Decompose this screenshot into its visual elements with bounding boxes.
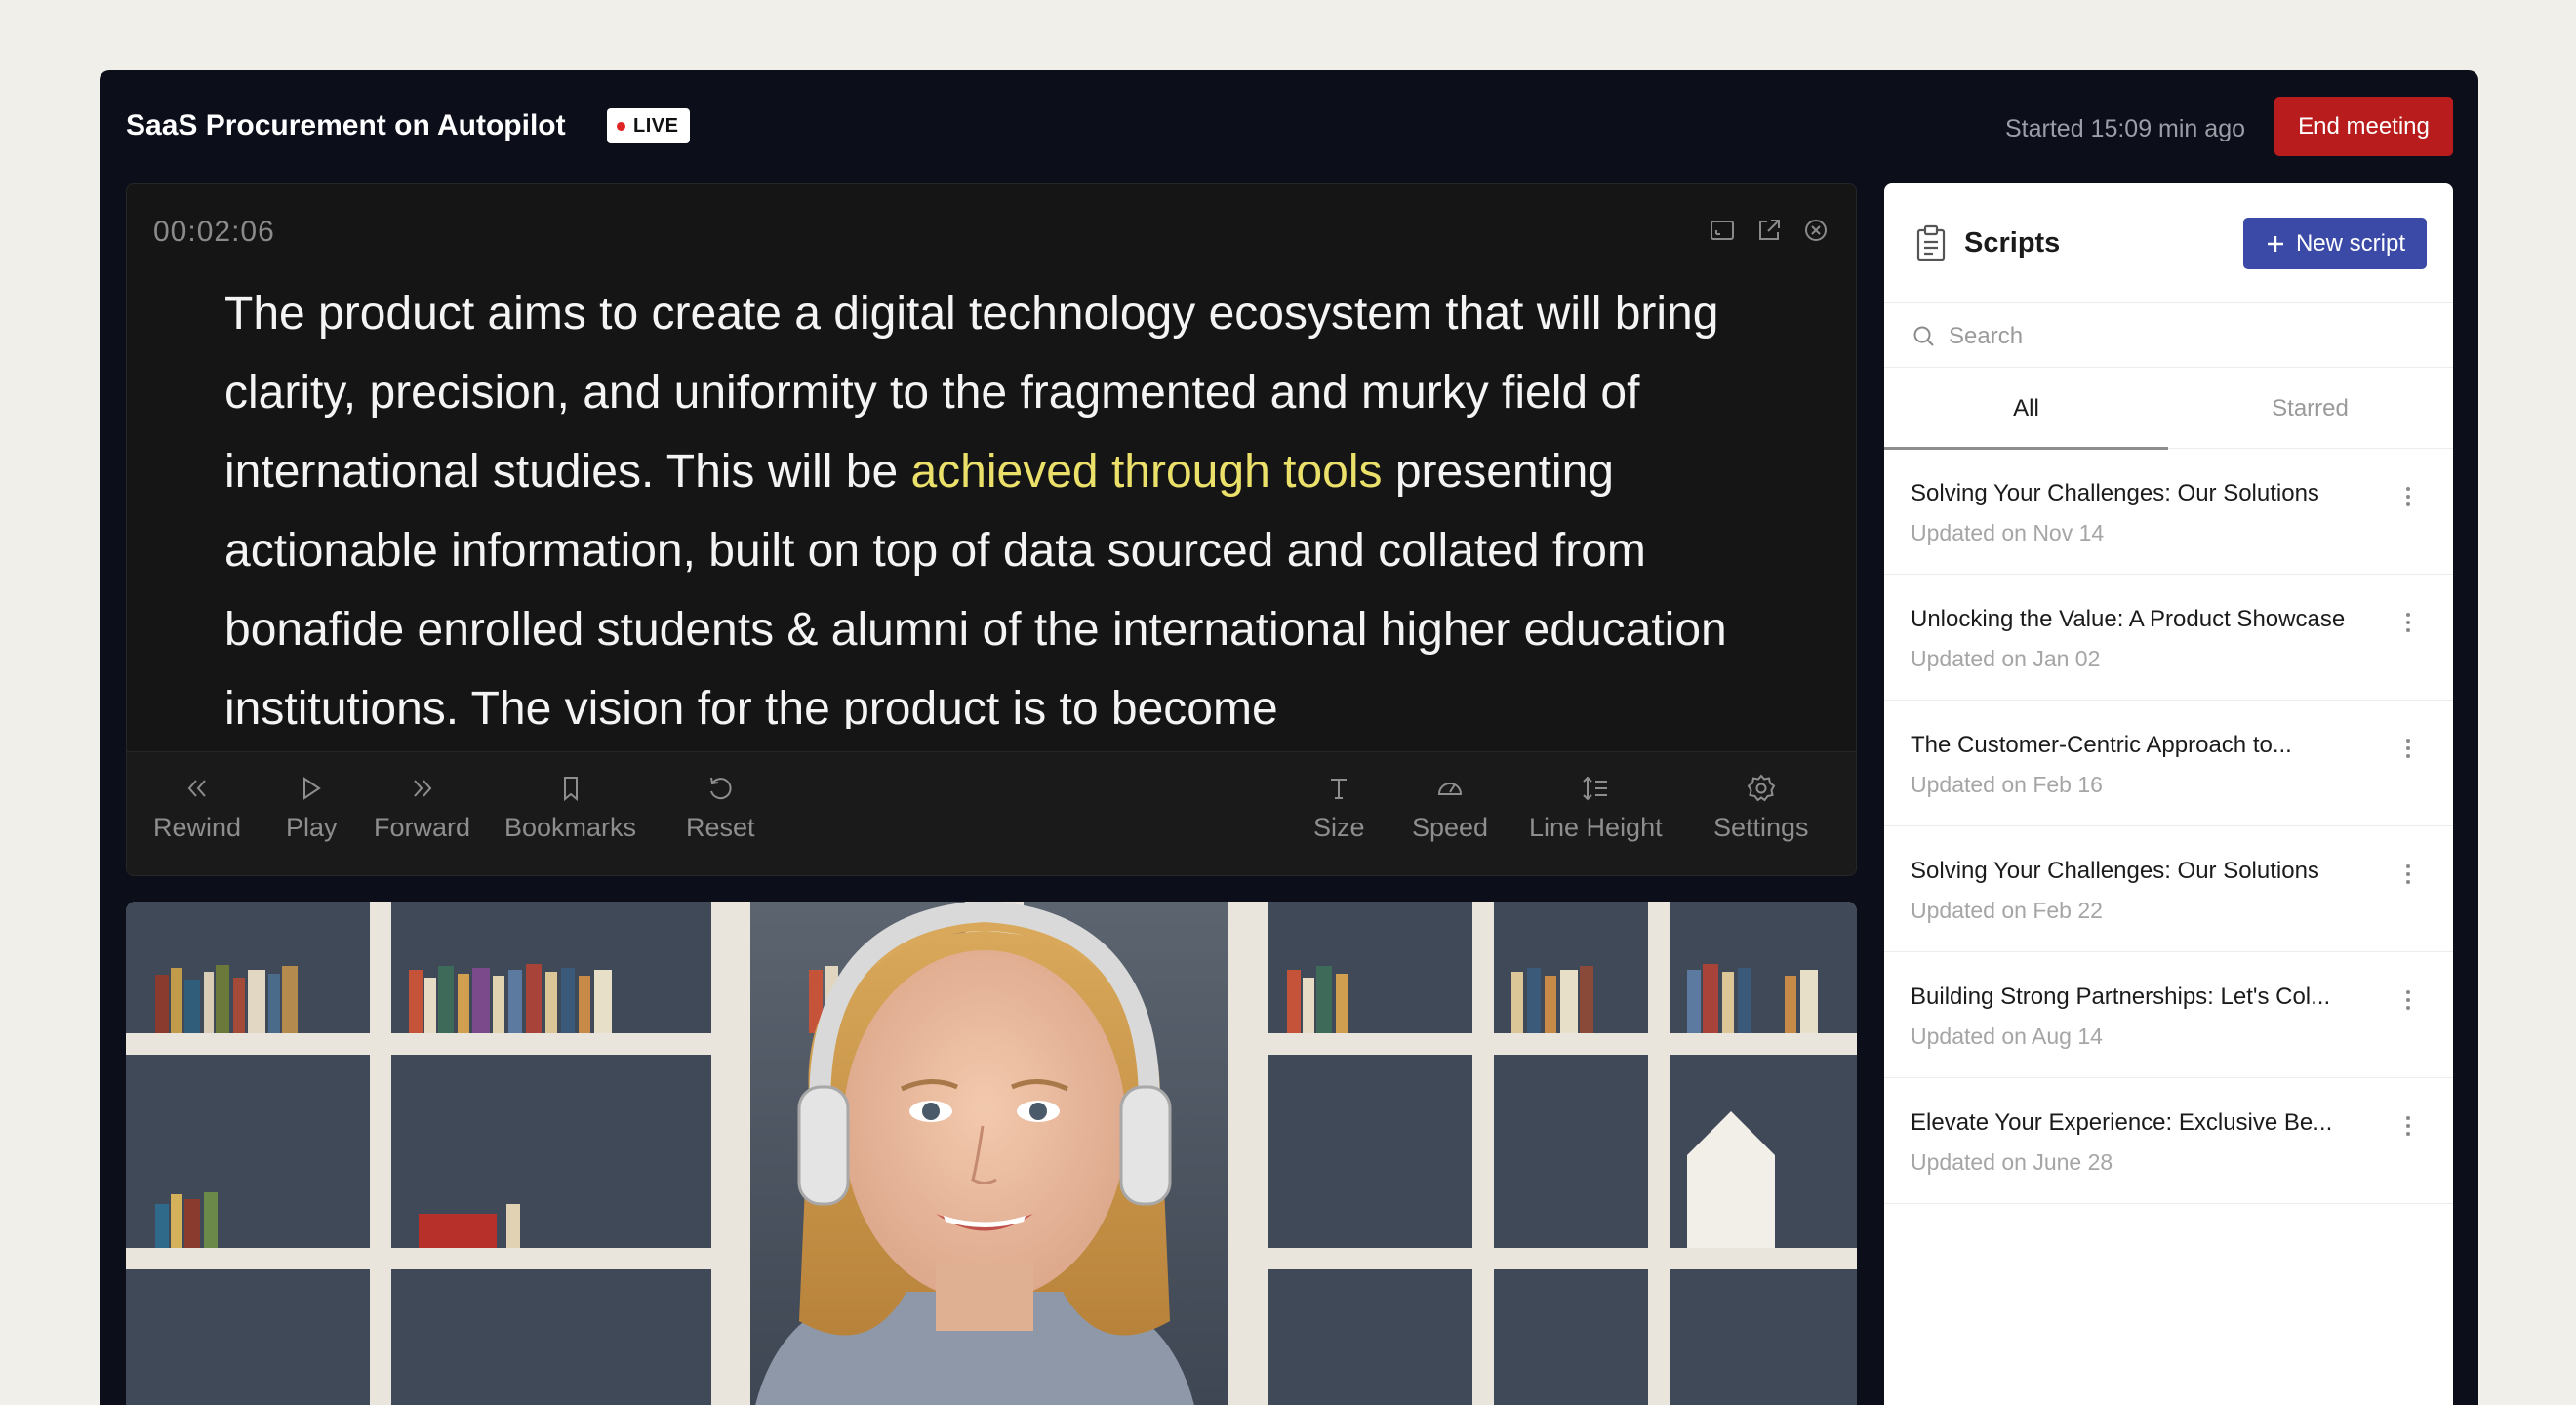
line-height-button[interactable]: Line Height (1529, 772, 1663, 843)
scripts-panel-title: Scripts (1964, 227, 2061, 259)
speed-button[interactable]: Speed (1412, 772, 1488, 843)
play-label: Play (286, 813, 338, 842)
line-height-label: Line Height (1529, 813, 1663, 842)
forward-icon (413, 780, 431, 797)
speed-label: Speed (1412, 813, 1489, 842)
reset-button[interactable]: Reset (686, 772, 755, 843)
script-date: Updated on June 28 (1911, 1149, 2113, 1175)
prompter-controls: Rewind Play Forward Bookmarks Reset Size (127, 751, 1856, 875)
scripts-panel: Scripts New script All Starred Solving Y… (1884, 183, 2453, 1405)
live-badge: LIVE (607, 108, 691, 143)
script-title: Building Strong Partnerships: Let's Col.… (1911, 984, 2331, 1010)
live-label: LIVE (633, 114, 679, 137)
video-feed (126, 902, 1857, 1405)
speedometer-icon (1438, 783, 1463, 795)
forward-button[interactable]: Forward (374, 772, 470, 843)
teleprompter-panel: 00:02:06 The product aims to create a di… (126, 183, 1857, 876)
participant-video-image (126, 902, 1857, 1405)
started-time: Started 15:09 min ago (2005, 115, 2245, 142)
line-height-icon (1583, 776, 1608, 801)
script-date: Updated on Nov 14 (1911, 520, 2105, 545)
script-title: Elevate Your Experience: Exclusive Be... (1911, 1109, 2333, 1136)
list-item[interactable]: Solving Your Challenges: Our Solutions U… (1884, 826, 2453, 952)
meeting-window: SaaS Procurement on Autopilot LIVE Start… (100, 70, 2478, 1405)
more-options-icon[interactable] (2398, 734, 2418, 763)
more-options-icon[interactable] (2398, 482, 2418, 511)
rewind-icon (187, 780, 206, 797)
popout-icon[interactable] (1754, 216, 1784, 245)
script-text-highlight: achieved through tools (910, 446, 1383, 498)
script-list: Solving Your Challenges: Our Solutions U… (1884, 449, 2453, 1204)
meeting-title: SaaS Procurement on Autopilot (126, 109, 566, 141)
live-dot-icon (617, 121, 625, 131)
script-date: Updated on Feb 16 (1911, 772, 2103, 797)
script-date: Updated on Aug 14 (1911, 1024, 2103, 1049)
bookmarks-label: Bookmarks (504, 813, 637, 842)
close-circle-icon[interactable] (1801, 216, 1831, 245)
script-date: Updated on Jan 02 (1911, 646, 2101, 671)
end-meeting-button[interactable]: End meeting (2274, 97, 2453, 156)
scripts-tabs: All Starred (1884, 368, 2453, 450)
more-options-icon[interactable] (2398, 608, 2418, 637)
rewind-button[interactable]: Rewind (153, 772, 241, 843)
list-item[interactable]: Unlocking the Value: A Product Showcase … (1884, 575, 2453, 701)
plus-icon (2267, 235, 2283, 252)
play-icon (303, 777, 322, 800)
reset-icon (710, 777, 732, 800)
search-icon (1913, 326, 1934, 346)
new-script-label: New script (2295, 229, 2406, 257)
tab-all[interactable]: All (1884, 368, 2168, 450)
prompter-window-actions (1708, 216, 1831, 245)
fullscreen-icon[interactable] (1708, 216, 1737, 245)
tab-starred[interactable]: Starred (2168, 368, 2452, 449)
script-title: Unlocking the Value: A Product Showcase (1911, 606, 2346, 632)
rewind-label: Rewind (153, 813, 242, 842)
bookmark-icon (563, 777, 578, 802)
text-size-icon (1331, 779, 1348, 799)
script-date: Updated on Feb 22 (1911, 898, 2103, 923)
list-item[interactable]: Elevate Your Experience: Exclusive Be...… (1884, 1078, 2453, 1204)
reset-label: Reset (686, 813, 755, 842)
settings-button[interactable]: Settings (1713, 772, 1809, 843)
gear-icon (1747, 774, 1776, 802)
more-options-icon[interactable] (2398, 985, 2418, 1015)
size-label: Size (1313, 813, 1365, 842)
list-item[interactable]: The Customer-Centric Approach to... Upda… (1884, 701, 2453, 826)
size-button[interactable]: Size (1313, 772, 1365, 843)
script-title: Solving Your Challenges: Our Solutions (1911, 480, 2319, 506)
bookmarks-button[interactable]: Bookmarks (504, 772, 636, 843)
play-button[interactable]: Play (286, 772, 338, 843)
clipboard-icon (1916, 224, 1946, 261)
search-input[interactable] (1949, 317, 2417, 356)
settings-label: Settings (1713, 813, 1809, 842)
prompter-timer: 00:02:06 (153, 216, 275, 248)
meeting-header: SaaS Procurement on Autopilot LIVE Start… (100, 70, 2478, 182)
new-script-button[interactable]: New script (2243, 218, 2427, 269)
list-item[interactable]: Solving Your Challenges: Our Solutions U… (1884, 449, 2453, 575)
script-title: Solving Your Challenges: Our Solutions (1911, 858, 2319, 884)
script-text: The product aims to create a digital tec… (224, 274, 1805, 729)
scripts-panel-header: Scripts New script (1884, 183, 2453, 303)
list-item[interactable]: Building Strong Partnerships: Let's Col.… (1884, 952, 2453, 1078)
script-title: The Customer-Centric Approach to... (1911, 732, 2292, 758)
search-bar (1884, 303, 2453, 368)
more-options-icon[interactable] (2398, 860, 2418, 889)
forward-label: Forward (374, 813, 471, 842)
more-options-icon[interactable] (2398, 1111, 2418, 1141)
